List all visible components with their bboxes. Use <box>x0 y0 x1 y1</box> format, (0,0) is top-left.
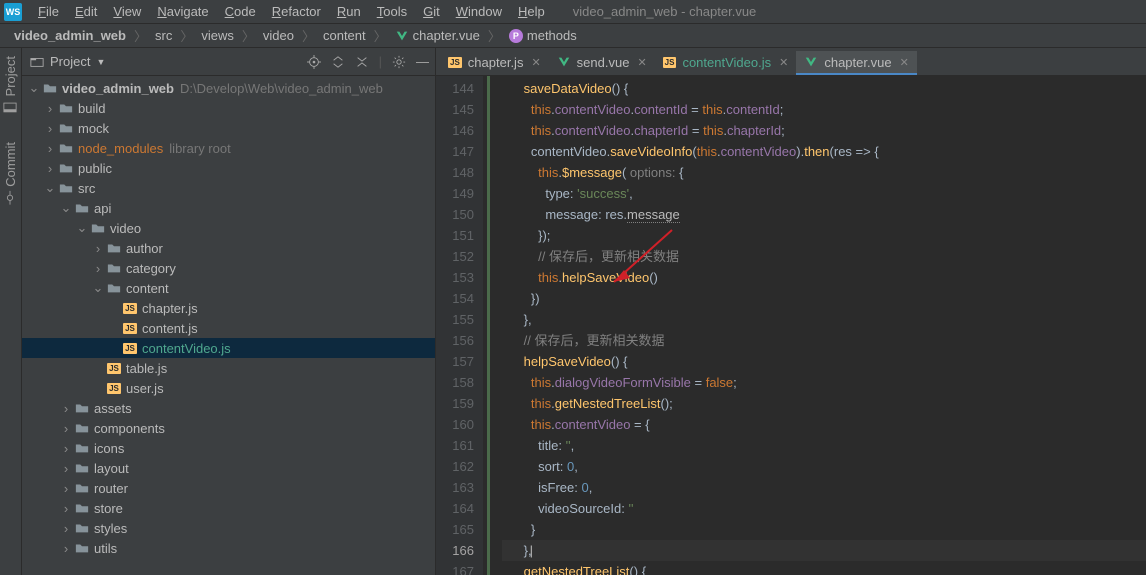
project-panel: Project ▼ | — ⌄video_admin_webD:\Develop… <box>22 48 436 575</box>
tree-item-category[interactable]: ›category <box>22 258 435 278</box>
project-panel-header: Project ▼ | — <box>22 48 435 76</box>
tree-item-content[interactable]: ⌄content <box>22 278 435 298</box>
tree-item-assets[interactable]: ›assets <box>22 398 435 418</box>
menu-code[interactable]: Code <box>217 2 264 21</box>
tree-item-video[interactable]: ⌄video <box>22 218 435 238</box>
tree-item-mock[interactable]: ›mock <box>22 118 435 138</box>
menu-help[interactable]: Help <box>510 2 553 21</box>
window-title: video_admin_web - chapter.vue <box>573 4 757 19</box>
crumb-content[interactable]: content <box>317 26 372 45</box>
tab-send-vue[interactable]: send.vue✕ <box>549 51 655 75</box>
project-panel-title-label: Project <box>50 54 90 69</box>
change-marker-stripe <box>482 76 494 575</box>
close-icon[interactable]: ✕ <box>637 56 646 69</box>
tab-chapter-vue[interactable]: chapter.vue✕ <box>796 51 916 75</box>
close-icon[interactable]: ✕ <box>900 56 909 69</box>
crumb-methods[interactable]: Pmethods <box>503 26 583 45</box>
menu-window[interactable]: Window <box>448 2 510 21</box>
tab-chapter-js[interactable]: JSchapter.js✕ <box>440 51 549 75</box>
crumb-chapter-vue[interactable]: chapter.vue <box>389 26 486 45</box>
tree-item-node_modules[interactable]: ›node_moduleslibrary root <box>22 138 435 158</box>
line-gutter[interactable]: 1441451461471481491501511521531541551561… <box>436 76 482 575</box>
tree-item-utils[interactable]: ›utils <box>22 538 435 558</box>
menubar: WS FileEditViewNavigateCodeRefactorRunTo… <box>0 0 1146 24</box>
editor-tabbar: JSchapter.js✕send.vue✕JScontentVideo.js✕… <box>436 48 1146 76</box>
tree-item-components[interactable]: ›components <box>22 418 435 438</box>
tree-item-chapter-js[interactable]: JSchapter.js <box>22 298 435 318</box>
tree-item-contentVideo-js[interactable]: JScontentVideo.js <box>22 338 435 358</box>
breadcrumb-bar: video_admin_web〉src〉views〉video〉content〉… <box>0 24 1146 48</box>
tree-item-icons[interactable]: ›icons <box>22 438 435 458</box>
left-tool-rail: Project Commit <box>0 48 22 575</box>
crumb-views[interactable]: views <box>195 26 240 45</box>
collapse-all-icon[interactable] <box>355 55 369 69</box>
crumb-src[interactable]: src <box>149 26 178 45</box>
tree-item-styles[interactable]: ›styles <box>22 518 435 538</box>
tree-item-store[interactable]: ›store <box>22 498 435 518</box>
tree-item-layout[interactable]: ›layout <box>22 458 435 478</box>
rail-commit[interactable]: Commit <box>3 138 18 209</box>
gear-icon[interactable] <box>392 55 406 69</box>
editor-area: JSchapter.js✕send.vue✕JScontentVideo.js✕… <box>436 48 1146 575</box>
tree-item-content-js[interactable]: JScontent.js <box>22 318 435 338</box>
tree-item-api[interactable]: ⌄api <box>22 198 435 218</box>
menu-view[interactable]: View <box>105 2 149 21</box>
menu-git[interactable]: Git <box>415 2 448 21</box>
tree-item-build[interactable]: ›build <box>22 98 435 118</box>
tree-item-router[interactable]: ›router <box>22 478 435 498</box>
close-icon[interactable]: ✕ <box>779 56 788 69</box>
menu-edit[interactable]: Edit <box>67 2 105 21</box>
tree-item-user-js[interactable]: JSuser.js <box>22 378 435 398</box>
chevron-down-icon: ▼ <box>96 57 105 67</box>
app-logo: WS <box>4 3 22 21</box>
tree-item-src[interactable]: ⌄src <box>22 178 435 198</box>
minimize-icon[interactable]: — <box>416 54 427 69</box>
expand-all-icon[interactable] <box>331 55 345 69</box>
menu-run[interactable]: Run <box>329 2 369 21</box>
tree-item-author[interactable]: ›author <box>22 238 435 258</box>
tree-item-video_admin_web[interactable]: ⌄video_admin_webD:\Develop\Web\video_adm… <box>22 78 435 98</box>
menu-tools[interactable]: Tools <box>369 2 415 21</box>
project-panel-title[interactable]: Project ▼ <box>30 54 105 69</box>
crumb-video_admin_web[interactable]: video_admin_web <box>8 26 132 45</box>
menu-refactor[interactable]: Refactor <box>264 2 329 21</box>
crumb-video[interactable]: video <box>257 26 300 45</box>
close-icon[interactable]: ✕ <box>531 56 540 69</box>
tab-contentVideo-js[interactable]: JScontentVideo.js✕ <box>655 51 797 75</box>
tree-item-public[interactable]: ›public <box>22 158 435 178</box>
tree-item-table-js[interactable]: JStable.js <box>22 358 435 378</box>
rail-project[interactable]: Project <box>3 52 18 118</box>
project-tree[interactable]: ⌄video_admin_webD:\Develop\Web\video_adm… <box>22 76 435 575</box>
locate-icon[interactable] <box>307 55 321 69</box>
menu-file[interactable]: File <box>30 2 67 21</box>
code-content[interactable]: saveDataVideo() { this.contentVideo.cont… <box>494 76 1146 575</box>
menu-navigate[interactable]: Navigate <box>149 2 216 21</box>
